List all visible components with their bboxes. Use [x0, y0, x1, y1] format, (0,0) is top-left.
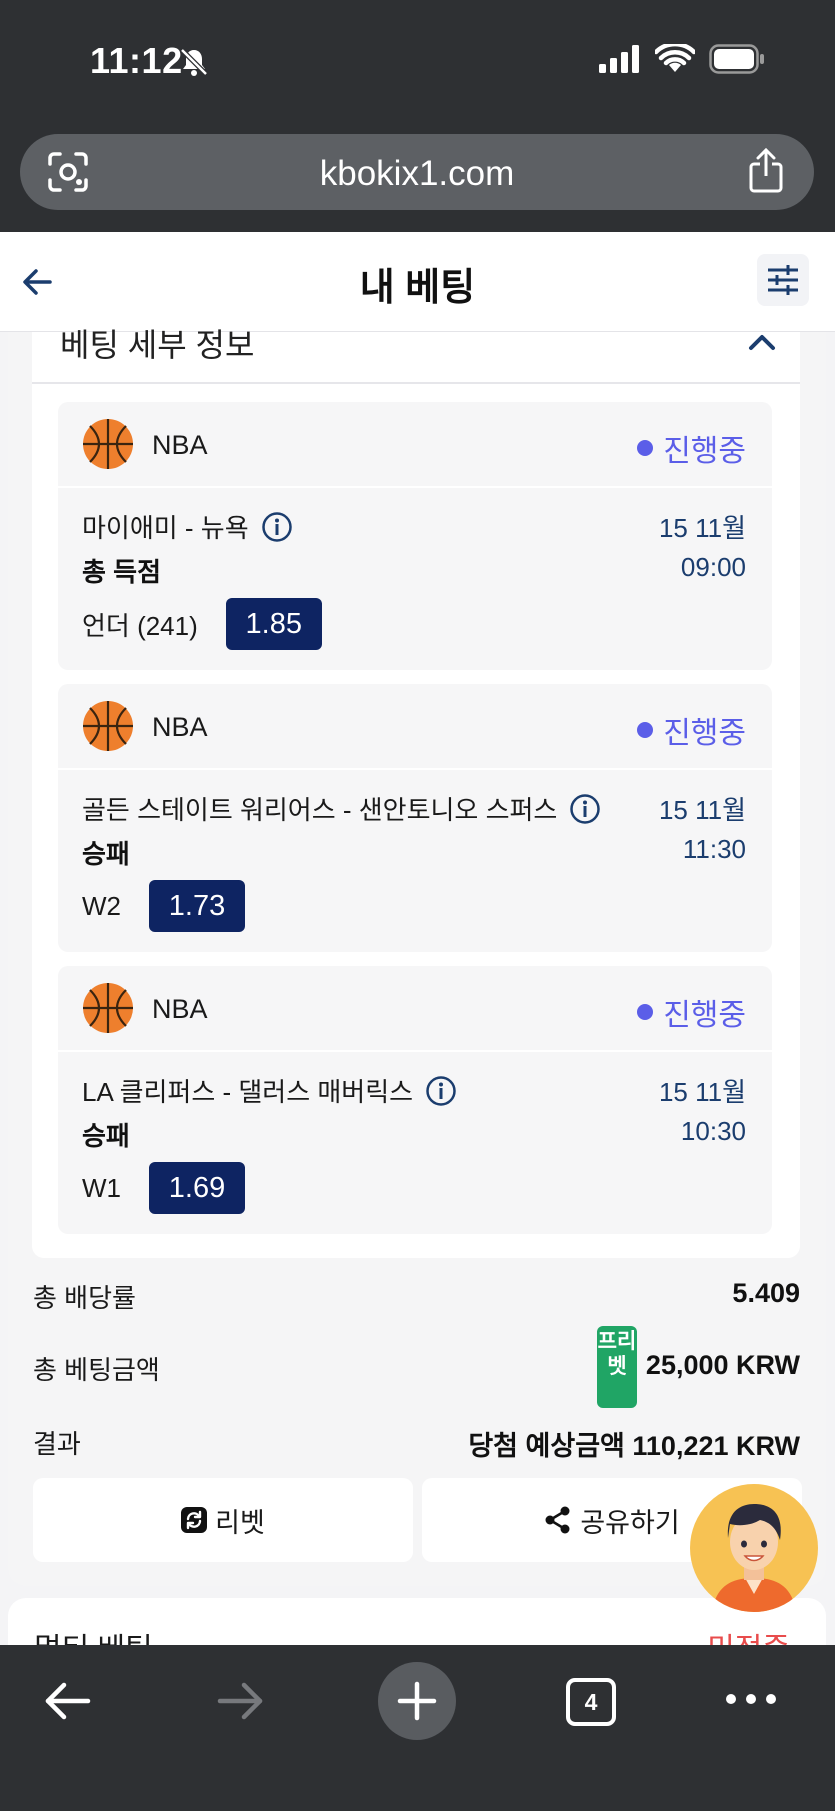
- info-icon[interactable]: [425, 1075, 457, 1107]
- match-date: 15 11월: [658, 513, 746, 543]
- status-text: 진행중: [663, 999, 746, 1032]
- support-agent-avatar-icon: [712, 1504, 796, 1612]
- selection-label: W1: [82, 1172, 121, 1203]
- match-name: LA 클리퍼스 - 댈러스 매버릭스: [82, 1072, 457, 1109]
- result-label: 결과: [33, 1429, 81, 1459]
- bell-off-icon: [180, 48, 208, 76]
- status-badge: 진행중: [637, 708, 746, 752]
- bet-details-panel: 베팅 세부 정보 NBA 진행중 마이애미 - 뉴욕 총 득점 15 11월 0…: [32, 327, 800, 1258]
- browser-forward-icon[interactable]: [214, 1675, 266, 1727]
- selection-label: 언더 (241): [82, 610, 198, 641]
- market-name: 승패: [82, 1121, 130, 1151]
- status-dot: [637, 1004, 654, 1020]
- basketball-icon: [83, 419, 133, 469]
- share-label: 공유하기: [580, 1507, 680, 1538]
- status-text: 진행중: [663, 435, 746, 468]
- app-header: 내 베팅: [0, 232, 835, 332]
- selection-row: 언더 (241) 1.85: [82, 598, 322, 650]
- section-header[interactable]: 베팅 세부 정보: [32, 327, 800, 384]
- match-date: 15 11월: [658, 1077, 746, 1107]
- total-stake-row: 총 베팅금액 25,000 KRW: [0, 1350, 835, 1420]
- match-text: LA 클리퍼스 - 댈러스 매버릭스: [82, 1077, 414, 1107]
- match-date: 15 11월: [658, 795, 746, 825]
- bet-card-header: NBA 진행중: [58, 402, 772, 488]
- support-avatar[interactable]: [690, 1484, 818, 1612]
- match-name: 마이애미 - 뉴욕: [82, 508, 293, 545]
- total-odds-label: 총 배당률: [33, 1283, 136, 1313]
- selection-label: W2: [82, 890, 121, 921]
- league-name: NBA: [152, 994, 208, 1024]
- odds-badge: 1.85: [225, 598, 322, 650]
- plus-icon: [397, 1681, 437, 1721]
- rebet-button[interactable]: 리벳: [33, 1478, 413, 1562]
- url-text[interactable]: kbokix1.com: [20, 154, 814, 194]
- league-name: NBA: [152, 430, 208, 460]
- match-time: 11:30: [682, 834, 746, 864]
- market-name: 승패: [82, 839, 130, 869]
- basketball-icon: [83, 983, 133, 1033]
- selection-row: W1 1.69: [82, 1162, 245, 1214]
- sliders-icon: [768, 265, 798, 295]
- result-value: 당첨 예상금액 110,221 KRW: [468, 1431, 800, 1461]
- bet-card-header: NBA 진행중: [58, 966, 772, 1052]
- info-icon[interactable]: [569, 793, 601, 825]
- bet-card-header: NBA 진행중: [58, 684, 772, 770]
- bet-card: NBA 진행중 골든 스테이트 워리어스 - 샌안토니오 스퍼스 승패 15 1…: [58, 684, 772, 952]
- info-icon[interactable]: [261, 511, 293, 543]
- odds-badge: 1.69: [149, 1162, 245, 1214]
- match-text: 골든 스테이트 워리어스 - 샌안토니오 스퍼스: [82, 795, 558, 825]
- browser-back-icon[interactable]: [42, 1675, 94, 1727]
- address-bar[interactable]: kbokix1.com: [20, 134, 814, 210]
- refresh-icon: [181, 1507, 208, 1533]
- more-options-icon[interactable]: [724, 1689, 778, 1709]
- status-text: 진행중: [663, 717, 746, 750]
- tab-switcher-button[interactable]: 4: [566, 1678, 616, 1726]
- total-stake-value: 25,000 KRW: [645, 1350, 800, 1380]
- battery-icon: [709, 44, 764, 74]
- bet-card: NBA 진행중 마이애미 - 뉴욕 총 득점 15 11월 09:00 언더 (…: [58, 402, 772, 670]
- selection-row: W2 1.73: [82, 880, 245, 932]
- status-indicators: [599, 44, 765, 74]
- new-tab-button[interactable]: [378, 1662, 456, 1740]
- total-odds-row: 총 배당률 5.409: [0, 1278, 835, 1348]
- match-time: 10:30: [680, 1116, 746, 1146]
- bet-card: NBA 진행중 LA 클리퍼스 - 댈러스 매버릭스 승패 15 11월 10:…: [58, 966, 772, 1234]
- rebet-label: 리벳: [215, 1507, 265, 1538]
- total-stake-label: 총 베팅금액: [33, 1355, 160, 1385]
- section-title: 베팅 세부 정보: [60, 327, 255, 363]
- browser-top-chrome: 11:12 kbokix1.com: [0, 0, 835, 232]
- cellular-signal-icon: [599, 45, 639, 73]
- wifi-icon: [655, 44, 695, 72]
- filter-button[interactable]: [757, 254, 809, 306]
- status-dot: [637, 440, 654, 456]
- chevron-up-icon[interactable]: [748, 332, 776, 352]
- share-icon[interactable]: [746, 148, 786, 194]
- match-name: 골든 스테이트 워리어스 - 샌안토니오 스퍼스: [82, 790, 601, 827]
- league-name: NBA: [152, 712, 208, 742]
- total-odds-value: 5.409: [732, 1278, 800, 1308]
- match-time: 09:00: [680, 552, 746, 582]
- status-dot: [637, 722, 654, 738]
- browser-bottom-toolbar: 4: [0, 1645, 835, 1811]
- market-name: 총 득점: [82, 557, 161, 587]
- page-title: 내 베팅: [359, 267, 476, 309]
- free-bet-badge: 프리벳: [597, 1326, 637, 1408]
- status-time: 11:12: [90, 40, 183, 81]
- share-nodes-icon: [545, 1506, 570, 1534]
- odds-badge: 1.73: [149, 880, 245, 932]
- status-badge: 진행중: [637, 990, 746, 1034]
- match-text: 마이애미 - 뉴욕: [82, 513, 249, 543]
- status-badge: 진행중: [637, 426, 746, 470]
- basketball-icon: [83, 701, 133, 751]
